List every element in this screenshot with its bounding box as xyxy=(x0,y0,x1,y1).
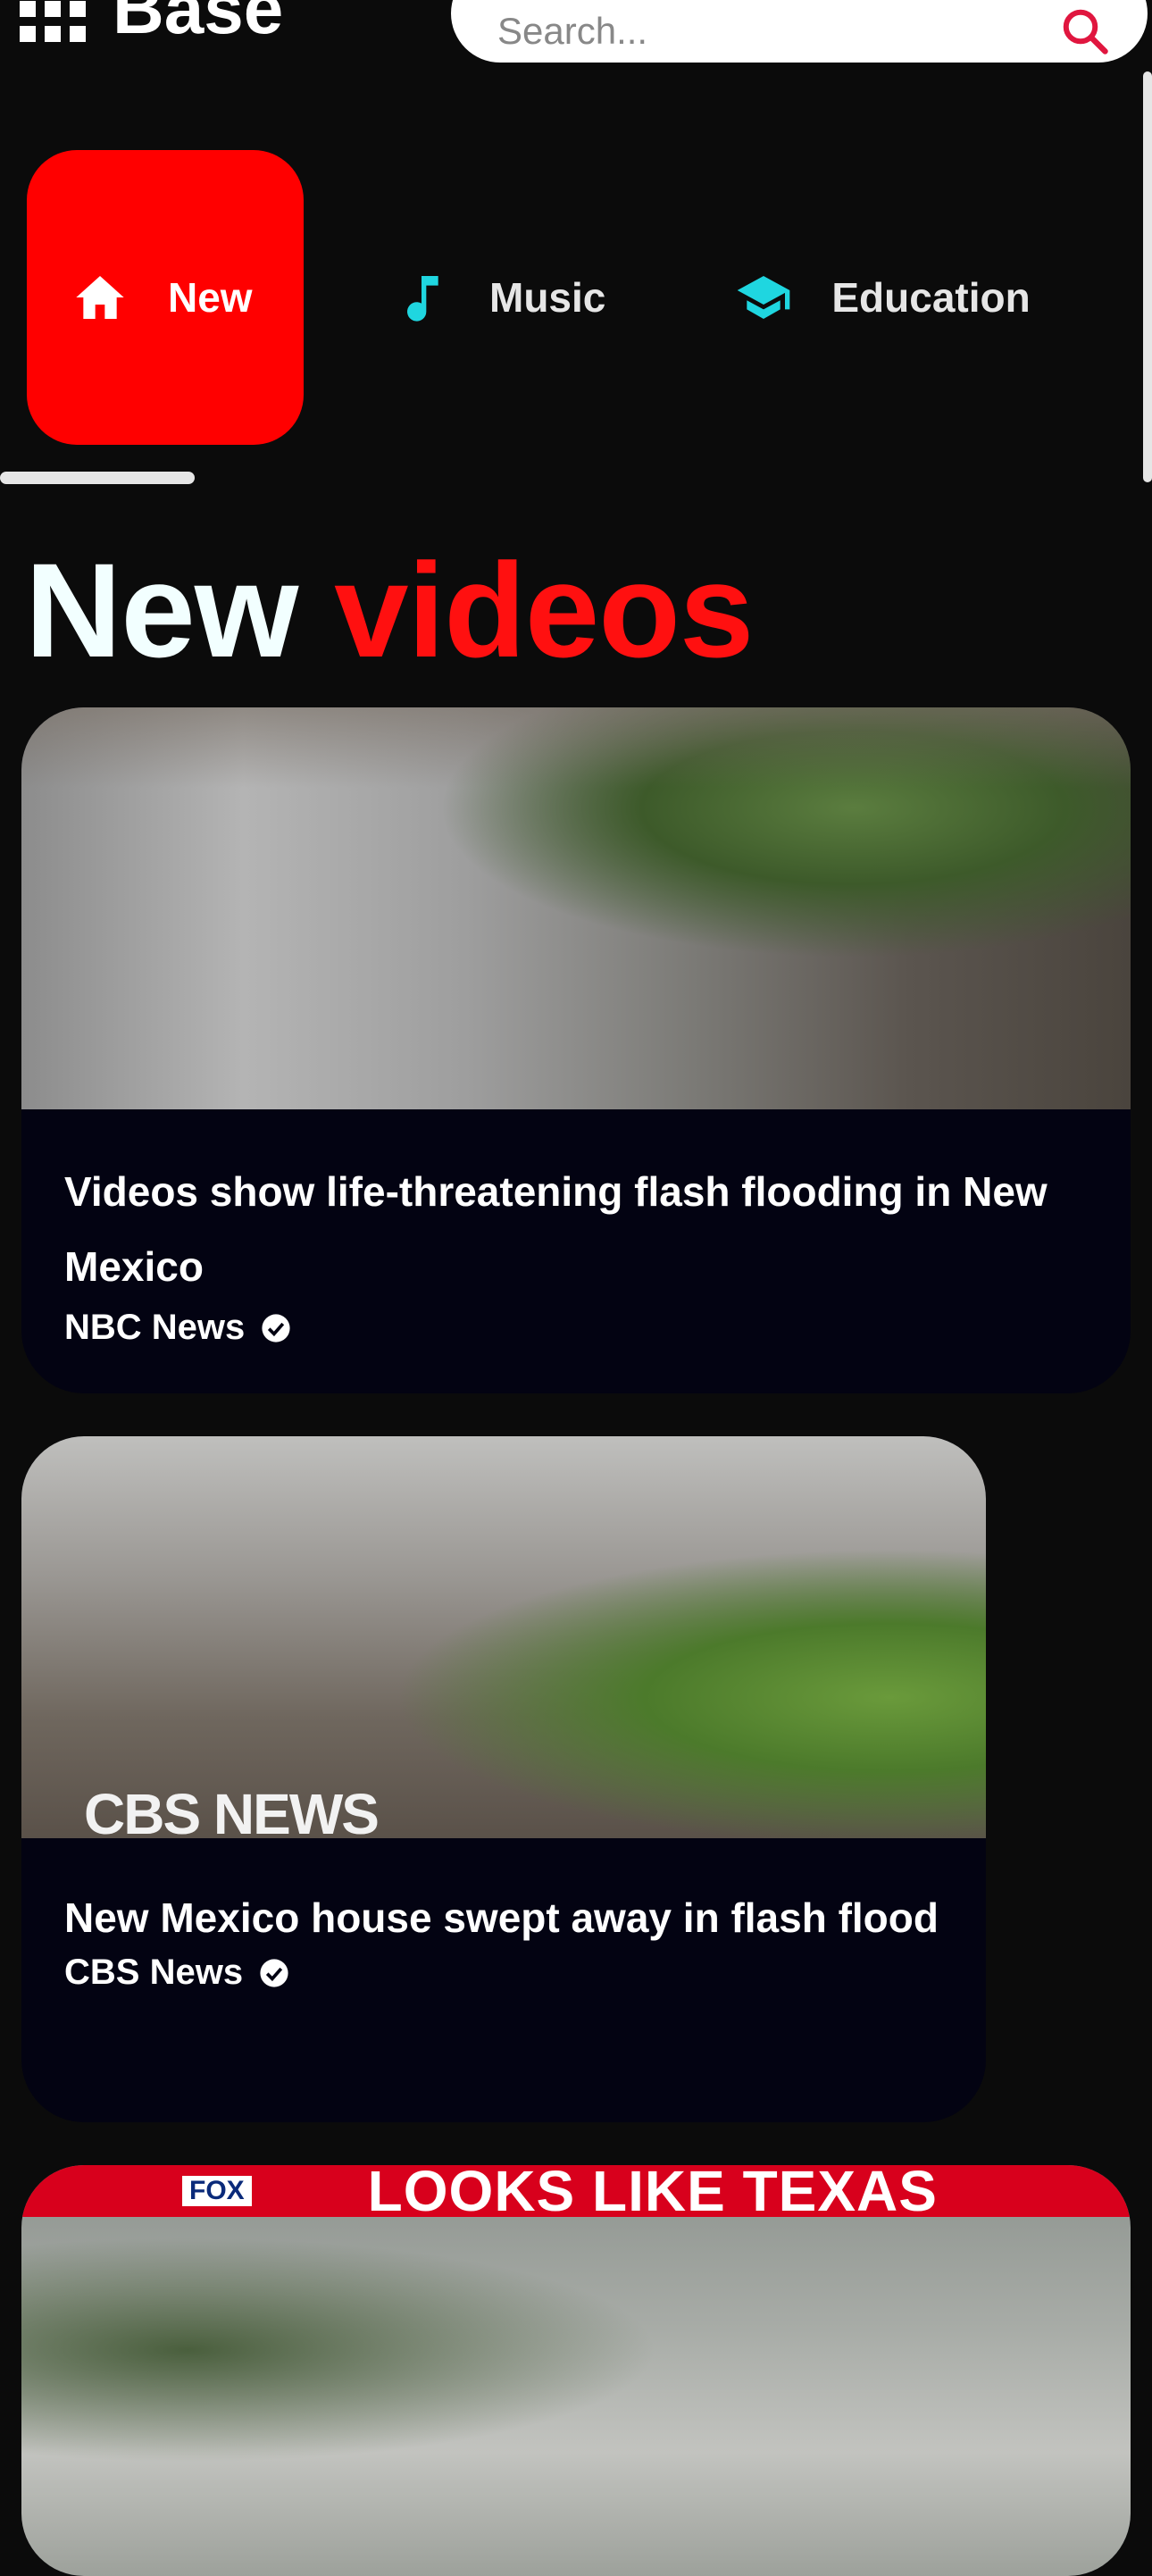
tab-label: Music xyxy=(489,274,606,321)
tab-label: New xyxy=(168,274,253,321)
section-title-part2: videos xyxy=(334,535,754,685)
search-icon[interactable] xyxy=(1058,4,1112,58)
home-icon xyxy=(76,276,124,319)
category-tabs: New Music Education xyxy=(0,150,1031,445)
video-card[interactable]: FOX LOOKS LIKE TEXAS xyxy=(21,2165,1131,2576)
graduation-cap-icon xyxy=(738,276,790,319)
video-info: Videos show life-threatening flash flood… xyxy=(21,1109,1131,1348)
section-title-part1: New xyxy=(25,535,298,685)
app-name: Base xyxy=(113,0,284,48)
banner-text: LOOKS LIKE TEXAS xyxy=(367,2165,938,2223)
video-thumbnail[interactable]: CBS NEWS xyxy=(21,1436,986,1846)
video-info: New Mexico house swept away in flash flo… xyxy=(21,1838,986,1993)
channel-name: NBC News xyxy=(64,1308,246,1347)
section-title: New videos xyxy=(25,543,754,677)
tab-new[interactable]: New xyxy=(27,150,304,445)
channel-name: CBS News xyxy=(64,1953,244,1992)
grid-menu-icon xyxy=(20,0,86,42)
channel-name-row[interactable]: CBS News xyxy=(64,1953,943,1993)
verified-icon xyxy=(260,1958,288,1987)
verified-icon xyxy=(262,1313,290,1342)
thumbnail-watermark: CBS NEWS xyxy=(84,1782,380,1846)
video-title[interactable]: New Mexico house swept away in flash flo… xyxy=(64,1886,943,1949)
video-thumbnail[interactable]: FOX LOOKS LIKE TEXAS xyxy=(21,2165,1131,2576)
channel-name-row[interactable]: NBC News xyxy=(64,1308,1088,1348)
tab-scroll-indicator xyxy=(0,472,195,484)
video-card[interactable]: CBS NEWS New Mexico house swept away in … xyxy=(21,1436,986,2122)
search-input[interactable] xyxy=(496,9,1058,54)
video-card[interactable]: Videos show life-threatening flash flood… xyxy=(21,707,1131,1393)
music-note-icon xyxy=(407,276,438,322)
app-logo[interactable]: Base xyxy=(20,0,283,54)
fox-logo: FOX xyxy=(182,2176,252,2206)
thumbnail-news-banner: FOX LOOKS LIKE TEXAS xyxy=(21,2165,1131,2223)
video-title[interactable]: Videos show life-threatening flash flood… xyxy=(64,1154,1088,1304)
video-thumbnail[interactable] xyxy=(21,707,1131,1109)
tab-music[interactable]: Music xyxy=(393,150,605,445)
search-bar[interactable] xyxy=(451,0,1148,63)
tab-education[interactable]: Education xyxy=(735,150,1031,445)
tab-label: Education xyxy=(831,274,1031,321)
scrollbar[interactable] xyxy=(1143,71,1152,482)
